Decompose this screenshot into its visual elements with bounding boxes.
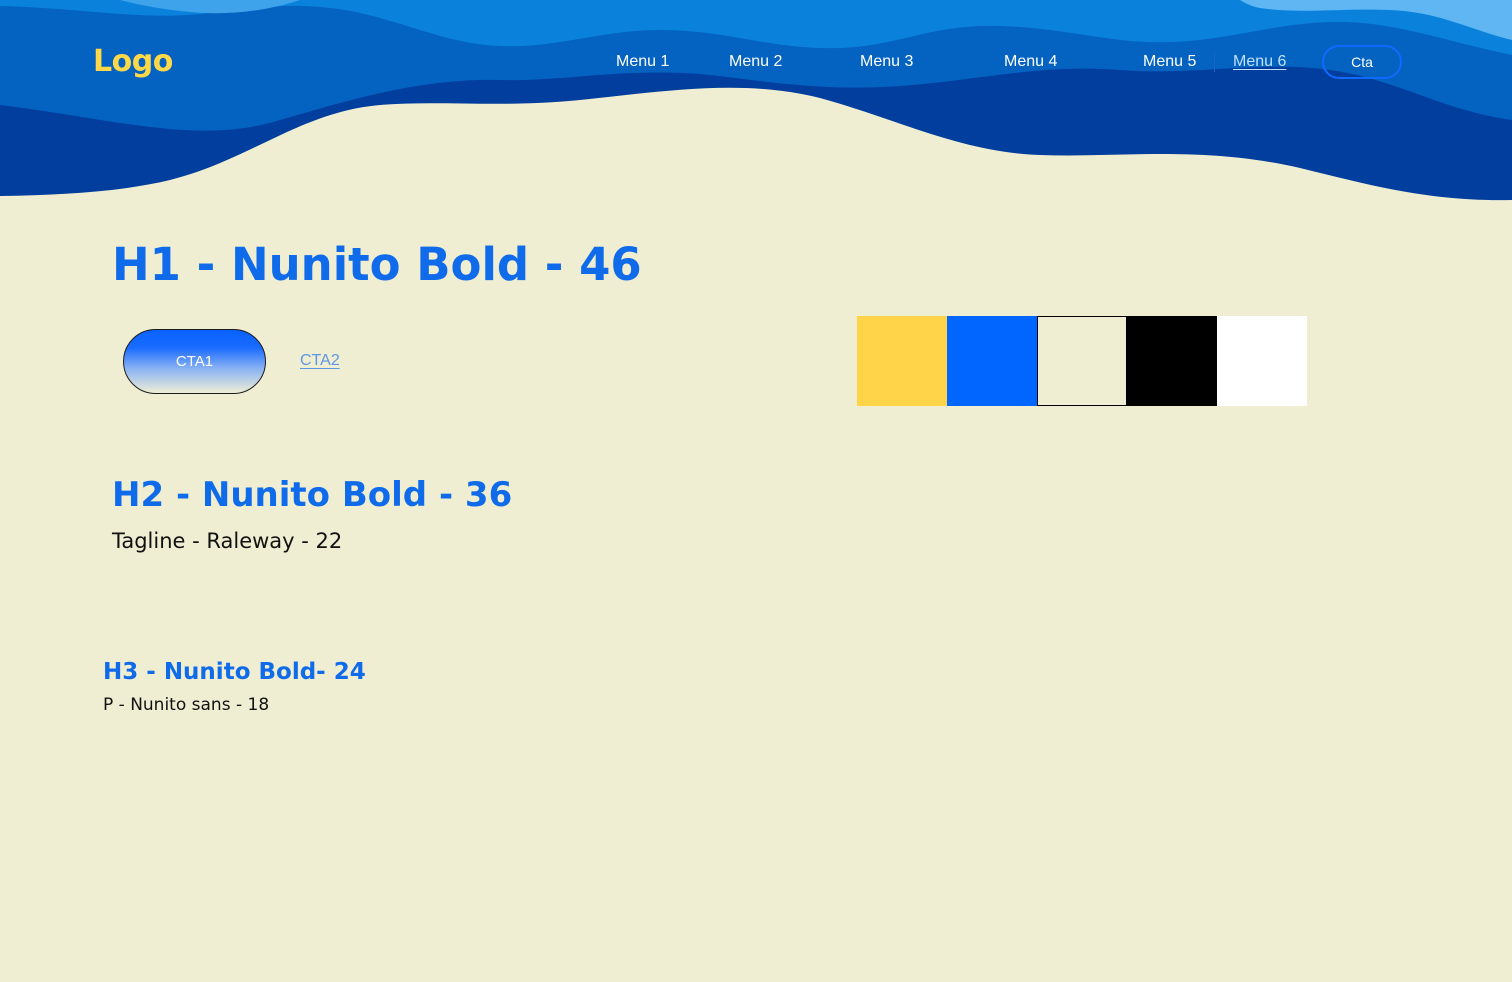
cta1-button[interactable]: CTA1	[123, 329, 266, 394]
h3-heading: H3 - Nunito Bold- 24	[103, 659, 366, 685]
nav-menu-3[interactable]: Menu 3	[860, 52, 913, 72]
paragraph-text: P - Nunito sans - 18	[103, 695, 270, 715]
swatch-yellow	[857, 316, 947, 406]
swatch-white	[1217, 316, 1307, 406]
color-palette	[857, 316, 1307, 406]
nav-menu-6[interactable]: Menu 6	[1233, 52, 1286, 72]
logo[interactable]: Logo	[93, 44, 173, 80]
swatch-cream	[1037, 316, 1127, 406]
nav-menu-4[interactable]: Menu 4	[1004, 52, 1057, 72]
top-navigation: Logo Menu 1 Menu 2 Menu 3 Menu 4 Menu 5 …	[0, 0, 1512, 120]
swatch-blue	[947, 316, 1037, 406]
h1-heading: H1 - Nunito Bold - 46	[112, 238, 642, 291]
nav-menu-1[interactable]: Menu 1	[616, 52, 669, 72]
tagline-text: Tagline - Raleway - 22	[112, 529, 343, 553]
nav-divider	[1214, 52, 1215, 72]
cta2-link[interactable]: CTA2	[300, 351, 340, 371]
nav-menu-2[interactable]: Menu 2	[729, 52, 782, 72]
nav-menu-5[interactable]: Menu 5	[1143, 52, 1196, 72]
nav-cta-button[interactable]: Cta	[1322, 45, 1402, 79]
swatch-black	[1127, 316, 1217, 406]
h2-heading: H2 - Nunito Bold - 36	[112, 475, 513, 515]
